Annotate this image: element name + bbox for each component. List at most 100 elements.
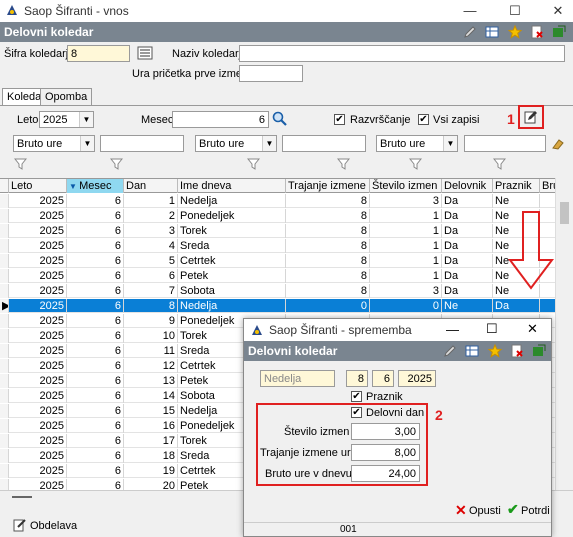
delete-doc-icon[interactable] bbox=[530, 25, 544, 39]
star-icon[interactable] bbox=[507, 24, 523, 39]
filter-funnel-icon[interactable] bbox=[336, 158, 351, 173]
maximize-button[interactable]: ☐ bbox=[500, 2, 530, 20]
table-icon[interactable] bbox=[485, 25, 499, 39]
table-row[interactable]: 2025 6 3 Torek 8 1 Da Ne bbox=[0, 224, 555, 238]
filter-funnel-icon[interactable] bbox=[408, 158, 423, 173]
filter-input-2[interactable] bbox=[282, 135, 366, 152]
edit-record-icon[interactable] bbox=[524, 110, 538, 124]
star-icon[interactable] bbox=[487, 343, 503, 361]
mesec-input[interactable]: 6 bbox=[172, 111, 269, 128]
filter-funnel-icon[interactable] bbox=[109, 158, 124, 173]
filter-funnel-icon[interactable] bbox=[492, 158, 507, 173]
stevilo-izmen-label: Število izmen bbox=[284, 426, 350, 438]
eraser-icon[interactable] bbox=[551, 138, 565, 150]
col-delovnik[interactable]: Delovnik bbox=[442, 179, 493, 193]
col-bruto[interactable]: Bru bbox=[540, 179, 555, 193]
table-row[interactable]: 2025 6 7 Sobota 8 3 Da Ne bbox=[0, 284, 555, 298]
grid-scrollbar[interactable] bbox=[555, 178, 573, 490]
cancel-x-icon: ✕ bbox=[455, 502, 467, 518]
delovni-dan-checkbox[interactable]: ✔ bbox=[351, 407, 362, 418]
tab-opomba[interactable]: Opomba bbox=[40, 88, 93, 106]
sifra-label: Šifra koledarja bbox=[4, 48, 75, 60]
cell-dan: 18 bbox=[124, 449, 178, 463]
close-button[interactable]: ✕ bbox=[543, 2, 573, 20]
cell-leto: 2025 bbox=[9, 344, 67, 358]
dialog-close-button[interactable]: ✕ bbox=[527, 321, 538, 337]
cell-leto: 2025 bbox=[9, 254, 67, 268]
praznik-checkbox[interactable]: ✔ bbox=[351, 391, 362, 402]
sort-down-icon: ▼ bbox=[69, 182, 80, 191]
cell-mesec: 6 bbox=[67, 194, 124, 208]
table-row[interactable]: 2025 6 2 Ponedeljek 8 1 Da Ne bbox=[0, 209, 555, 223]
filter-funnel-icon[interactable] bbox=[13, 158, 28, 173]
chevron-down-icon: ▼ bbox=[79, 112, 93, 127]
cell-mesec: 6 bbox=[67, 269, 124, 283]
col-praznik[interactable]: Praznik bbox=[493, 179, 540, 193]
scrollbar-thumb[interactable] bbox=[560, 202, 569, 224]
trajanje-input[interactable]: 8,00 bbox=[351, 444, 420, 461]
sifra-input[interactable]: 8 bbox=[67, 45, 130, 62]
table-row[interactable]: 2025 6 6 Petek 8 1 Da Ne bbox=[0, 269, 555, 283]
edit-pencil-icon[interactable] bbox=[443, 344, 457, 361]
filter-funnel-icon[interactable] bbox=[246, 158, 261, 173]
cell-dan: 2 bbox=[124, 209, 178, 223]
dialog-minimize-button[interactable]: — bbox=[446, 322, 459, 337]
table-row[interactable]: ▶202568Nedelja00NeDa bbox=[0, 299, 555, 313]
search-icon[interactable] bbox=[272, 111, 288, 127]
lookup-icon[interactable] bbox=[137, 46, 153, 60]
stevilo-izmen-input[interactable]: 3,00 bbox=[351, 423, 420, 440]
naziv-input[interactable] bbox=[239, 45, 565, 62]
cell-stevilo: 3 bbox=[370, 284, 442, 298]
cell-mesec: 6 bbox=[67, 359, 124, 373]
obdelava-button[interactable]: Obdelava bbox=[30, 519, 77, 533]
cell-stevilo: 1 bbox=[370, 239, 442, 253]
opusti-button[interactable]: Opusti bbox=[469, 504, 501, 518]
edit-pencil-icon[interactable] bbox=[463, 25, 477, 39]
dialog-header: Delovni koledar bbox=[244, 341, 551, 361]
ura-input[interactable] bbox=[239, 65, 303, 82]
bruto-select-3[interactable]: Bruto ure ▼ bbox=[376, 135, 458, 152]
exit-icon[interactable] bbox=[552, 25, 566, 39]
row-indicator bbox=[0, 419, 9, 433]
col-stevilo[interactable]: Število izmen bbox=[370, 179, 442, 193]
row-indicator bbox=[0, 404, 9, 418]
col-dan[interactable]: Dan bbox=[124, 179, 178, 193]
table-row[interactable]: 2025 6 1 Nedelja 8 3 Da Ne bbox=[0, 194, 555, 208]
col-trajanje[interactable]: Trajanje izmene bbox=[286, 179, 370, 193]
cell-mesec: 6 bbox=[67, 374, 124, 388]
cell-ime-dneva: Sobota bbox=[178, 284, 286, 298]
table-icon[interactable] bbox=[465, 344, 479, 361]
annotation-arrow bbox=[508, 211, 554, 290]
filter-input-3[interactable] bbox=[464, 135, 546, 152]
leto-select[interactable]: 2025 ▼ bbox=[39, 111, 94, 128]
cell-delovnik: Da bbox=[442, 239, 493, 253]
app-icon bbox=[250, 323, 264, 340]
cell-mesec: 6 bbox=[67, 224, 124, 238]
dialog-status-bar: 001 bbox=[244, 522, 551, 536]
bruto-select-2[interactable]: Bruto ure ▼ bbox=[195, 135, 277, 152]
cell-leto: 2025 bbox=[9, 299, 67, 313]
col-ime-dneva[interactable]: Ime dneva bbox=[178, 179, 286, 193]
filter-input-1[interactable] bbox=[100, 135, 184, 152]
cell-leto: 2025 bbox=[9, 479, 67, 490]
cell-dan: 15 bbox=[124, 404, 178, 418]
dialog-maximize-button[interactable]: ☐ bbox=[486, 321, 498, 337]
cell-trajanje: 8 bbox=[286, 209, 370, 223]
col-leto[interactable]: Leto bbox=[9, 179, 67, 193]
table-row[interactable]: 2025 6 5 Cetrtek 8 1 Da Ne bbox=[0, 254, 555, 268]
exit-icon[interactable] bbox=[532, 344, 546, 361]
vsi-zapisi-checkbox[interactable]: ✔ bbox=[418, 114, 429, 125]
table-row[interactable]: 2025 6 4 Sreda 8 1 Da Ne bbox=[0, 239, 555, 253]
cell-mesec: 6 bbox=[67, 344, 124, 358]
delete-doc-icon[interactable] bbox=[510, 344, 524, 361]
cell-leto: 2025 bbox=[9, 209, 67, 223]
naziv-label: Naziv koledarja bbox=[172, 48, 248, 60]
potrdi-button[interactable]: Potrdi bbox=[521, 504, 550, 518]
razvrscanje-checkbox[interactable]: ✔ bbox=[334, 114, 345, 125]
cell-dan: 13 bbox=[124, 374, 178, 388]
row-indicator bbox=[0, 344, 9, 358]
col-mesec[interactable]: ▼ Mesec bbox=[67, 179, 124, 193]
bruto-input[interactable]: 24,00 bbox=[351, 465, 420, 482]
minimize-button[interactable]: — bbox=[455, 2, 485, 20]
bruto-select-1[interactable]: Bruto ure ▼ bbox=[13, 135, 95, 152]
